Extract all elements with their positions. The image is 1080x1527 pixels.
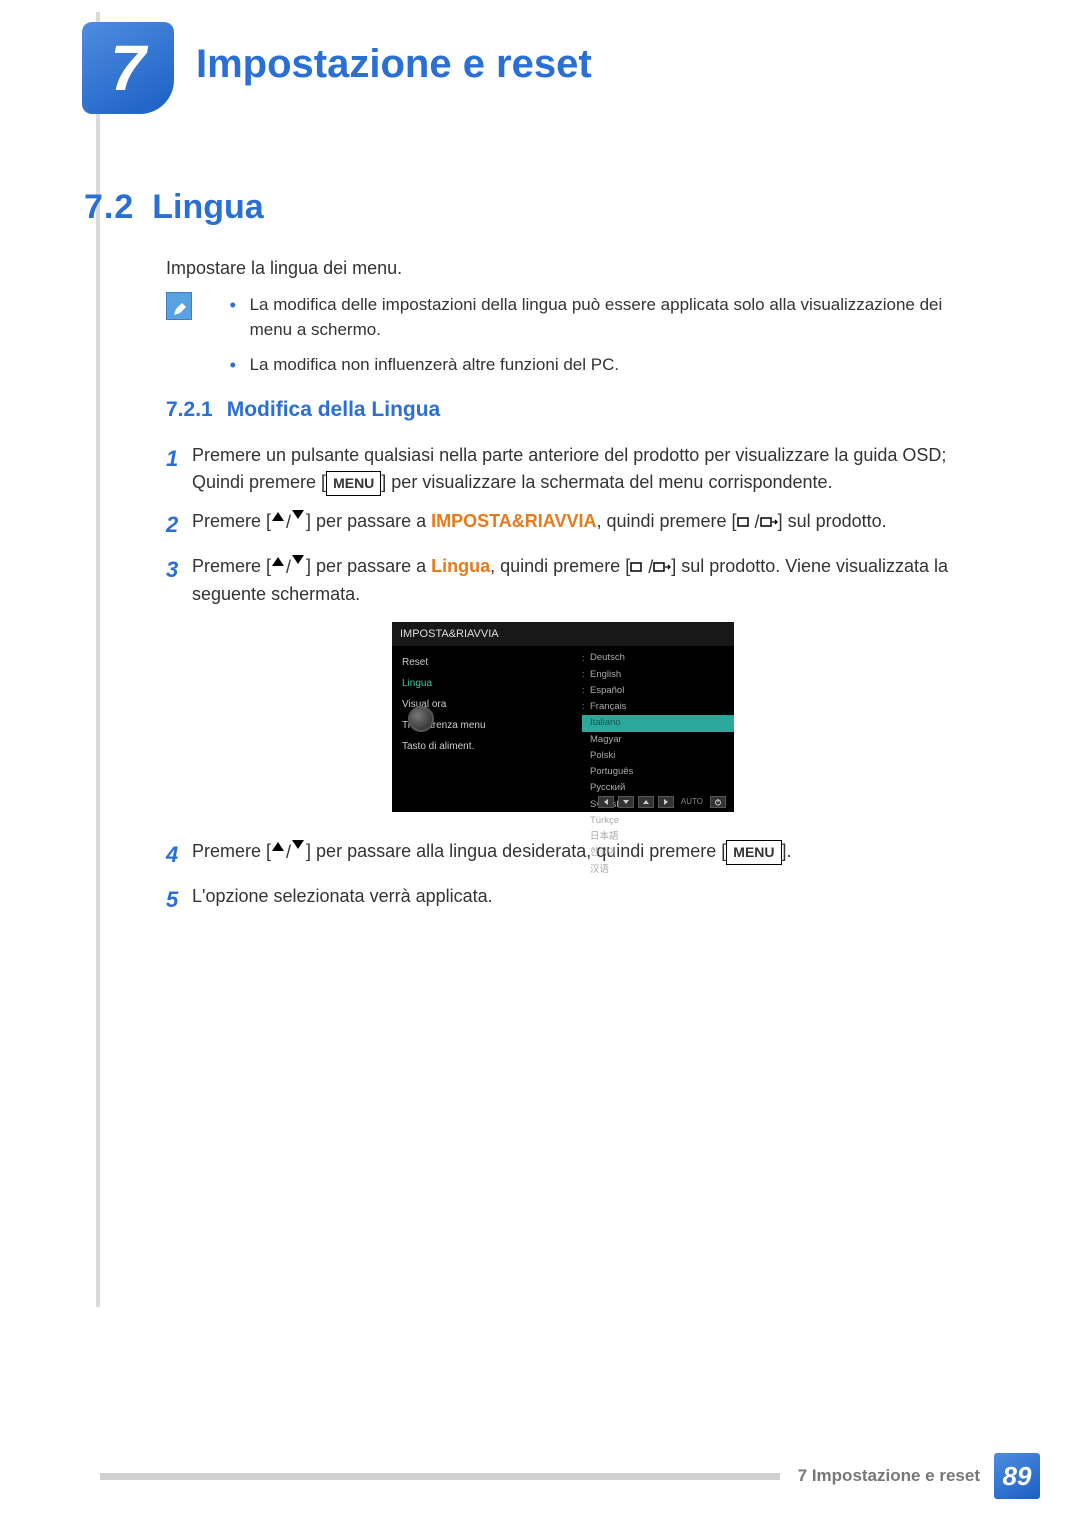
osd-colons: ::::: xyxy=(582,650,585,730)
pencil-icon xyxy=(166,292,192,320)
footer-page-number: 89 xyxy=(994,1453,1040,1499)
text: Premere [ xyxy=(192,511,271,531)
osd-right-icon xyxy=(658,796,674,808)
section-title: Lingua xyxy=(152,188,263,227)
step-body: Premere [/] per passare a IMPOSTA&RIAVVI… xyxy=(192,508,976,536)
note-list: La modifica delle impostazioni della lin… xyxy=(230,292,976,387)
note-item: La modifica non influenzerà altre funzio… xyxy=(230,352,976,377)
osd-language-item: Türkçe xyxy=(582,813,734,829)
highlight: IMPOSTA&RIAVVIA xyxy=(431,511,596,531)
osd-language-item: 汉语 xyxy=(582,862,734,878)
osd-language-item: Magyar xyxy=(582,732,734,748)
menu-label: MENU xyxy=(726,840,781,865)
source-icon: / xyxy=(630,554,671,581)
osd-language-item: Français xyxy=(582,699,734,715)
chapter-badge: 7 xyxy=(82,22,174,114)
osd-language-item: Polski xyxy=(582,748,734,764)
osd-down-icon xyxy=(618,796,634,808)
text: ] sul prodotto. xyxy=(778,511,887,531)
page-header: 7 Impostazione e reset xyxy=(82,22,592,114)
jog-dial-icon xyxy=(408,706,434,732)
osd-language-item: 日本語 xyxy=(582,829,734,845)
step-number: 4 xyxy=(166,838,192,871)
step-body: L'opzione selezionata verrà applicata. xyxy=(192,883,976,910)
osd-auto-label: AUTO xyxy=(678,796,706,808)
step-2: 2 Premere [/] per passare a IMPOSTA&RIAV… xyxy=(166,508,976,541)
text: ]. xyxy=(782,841,792,861)
osd-language-item: Italiano xyxy=(582,715,734,731)
osd-language-item: English xyxy=(582,667,734,683)
subsection-heading: 7.2.1 Modifica della Lingua xyxy=(166,398,440,422)
footer-text: 7 Impostazione e reset xyxy=(798,1466,980,1486)
note-item: La modifica delle impostazioni della lin… xyxy=(230,292,976,342)
osd-language-item: Русский xyxy=(582,780,734,796)
text: ] per passare a xyxy=(306,511,431,531)
source-icon: / xyxy=(737,509,778,536)
osd-menu-item: Reset xyxy=(402,652,572,673)
step-number: 3 xyxy=(166,553,192,586)
osd-language-item: Español xyxy=(582,683,734,699)
note-block: La modifica delle impostazioni della lin… xyxy=(166,292,976,387)
step-4: 4 Premere [/] per passare alla lingua de… xyxy=(166,838,976,871)
subsection-title: Modifica della Lingua xyxy=(227,398,441,422)
intro-text: Impostare la lingua dei menu. xyxy=(166,258,402,279)
osd-power-icon xyxy=(710,796,726,808)
subsection-number: 7.2.1 xyxy=(166,398,213,422)
step-3: 3 Premere [/] per passare a Lingua, quin… xyxy=(166,553,976,826)
chapter-title: Impostazione e reset xyxy=(196,42,592,87)
step-number: 2 xyxy=(166,508,192,541)
step-body: Premere un pulsante qualsiasi nella part… xyxy=(192,442,976,496)
footer-bar xyxy=(100,1473,780,1480)
osd-footer: AUTO xyxy=(598,796,726,808)
osd-language-item: Português xyxy=(582,764,734,780)
up-down-icon: / xyxy=(271,839,306,866)
page-footer: 7 Impostazione e reset 89 xyxy=(100,1453,1040,1499)
text: , quindi premere [ xyxy=(596,511,736,531)
step-5: 5 L'opzione selezionata verrà applicata. xyxy=(166,883,976,916)
step-1: 1 Premere un pulsante qualsiasi nella pa… xyxy=(166,442,976,496)
section-heading: 7.2 Lingua xyxy=(84,188,264,227)
step-number: 1 xyxy=(166,442,192,475)
up-down-icon: / xyxy=(271,554,306,581)
osd-language-list: DeutschEnglishEspañolFrançaisItalianoMag… xyxy=(582,646,734,791)
osd-header: IMPOSTA&RIAVVIA xyxy=(392,622,734,647)
steps-list: 1 Premere un pulsante qualsiasi nella pa… xyxy=(166,442,976,928)
up-down-icon: / xyxy=(271,509,306,536)
highlight: Lingua xyxy=(431,556,490,576)
text: Premere [ xyxy=(192,841,271,861)
text: ] per visualizzare la schermata del menu… xyxy=(381,472,832,492)
osd-screenshot: IMPOSTA&RIAVVIA ResetLinguaVisual oraTra… xyxy=(392,622,734,812)
osd-menu-item: Tasto di aliment. xyxy=(402,736,572,757)
text: , quindi premere [ xyxy=(490,556,630,576)
text: Premere [ xyxy=(192,556,271,576)
osd-left-icon xyxy=(598,796,614,808)
osd-language-item: 한국어 xyxy=(582,845,734,861)
osd-menu-item: Lingua xyxy=(402,673,572,694)
step-body: Premere [/] per passare a Lingua, quindi… xyxy=(192,553,976,826)
step-number: 5 xyxy=(166,883,192,916)
osd-up-icon xyxy=(638,796,654,808)
osd-language-item: Deutsch xyxy=(582,650,734,666)
menu-label: MENU xyxy=(326,471,381,496)
section-number: 7.2 xyxy=(84,188,134,227)
text: ] per passare a xyxy=(306,556,431,576)
